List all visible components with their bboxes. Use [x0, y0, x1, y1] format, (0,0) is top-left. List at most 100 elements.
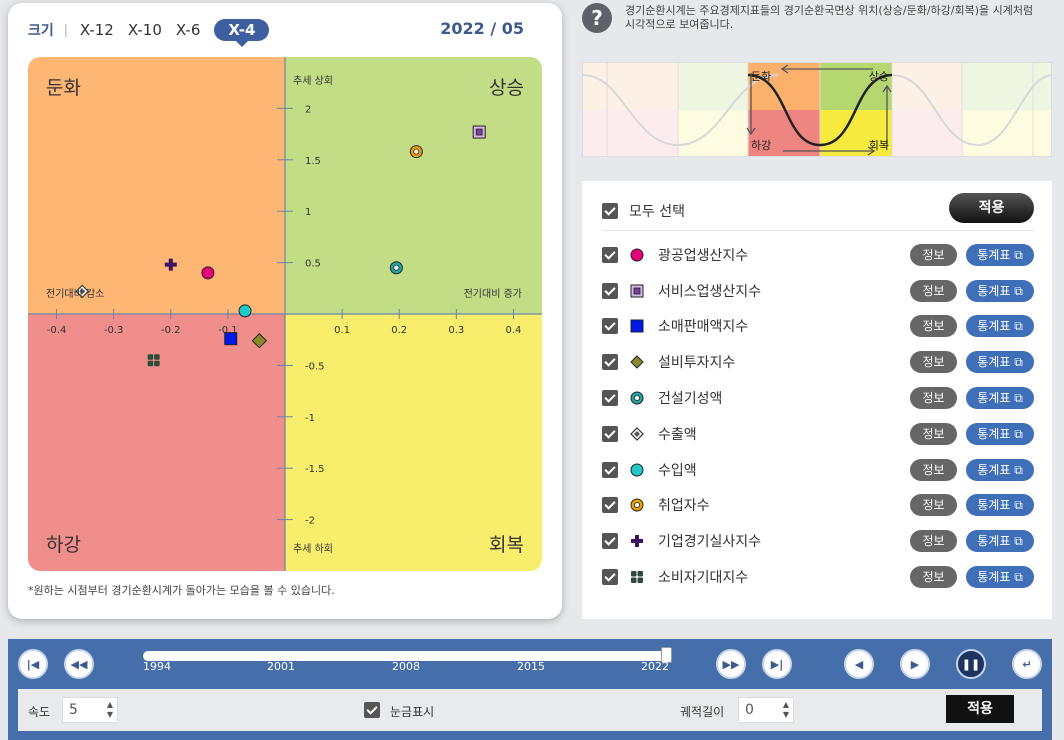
external-link-icon: ⧉	[1014, 570, 1023, 585]
size-label: 크기	[28, 23, 54, 39]
info-button[interactable]: 정보	[910, 243, 957, 266]
cycle-label-expansion: 상승	[869, 70, 889, 83]
data-point[interactable]	[201, 266, 215, 280]
data-point[interactable]	[409, 145, 423, 159]
settings-row: 속도 5 ▲ ▼ 눈금표시 궤적길이 0 ▲ ▼ 적용	[18, 689, 1042, 731]
list-item: 소매판매액지수 정보 통계표 ⧉	[602, 309, 1034, 345]
indicator-name: 기업경기실사지수	[658, 534, 762, 551]
indicator-checkbox[interactable]	[602, 246, 618, 263]
info-button[interactable]: 정보	[910, 494, 957, 517]
size-option-x10[interactable]: X-10	[128, 21, 162, 39]
square-outline-marker-icon	[628, 282, 646, 300]
ring-marker-icon	[628, 389, 646, 407]
y-tick-label: 1.5	[305, 156, 321, 167]
external-link-icon: ⧉	[1014, 247, 1023, 262]
indicator-checkbox[interactable]	[602, 318, 618, 335]
stat-table-button[interactable]: 통계표 ⧉	[966, 243, 1034, 266]
size-option-x6[interactable]: X-6	[176, 21, 201, 39]
stat-table-button[interactable]: 통계표 ⧉	[966, 315, 1034, 338]
skip-start-icon: |◀	[26, 657, 40, 671]
info-button[interactable]: 정보	[910, 315, 957, 338]
data-point[interactable]	[389, 261, 403, 275]
info-button[interactable]: 정보	[910, 387, 957, 410]
grid-display-checkbox[interactable]	[364, 702, 380, 718]
list-item: 기업경기실사지수 정보 통계표 ⧉	[602, 523, 1034, 559]
indicator-checkbox[interactable]	[602, 282, 618, 299]
stepper-arrows-icon[interactable]: ▲ ▼	[107, 700, 113, 720]
stat-table-button[interactable]: 통계표 ⧉	[966, 387, 1034, 410]
stat-table-label: 통계표	[977, 319, 1011, 334]
external-link-icon: ⧉	[1014, 319, 1023, 334]
data-point[interactable]	[224, 332, 238, 346]
trail-length-label: 궤적길이	[680, 705, 725, 719]
speed-label: 속도	[28, 705, 51, 719]
cycle-diagram: 둔화 상승 하강 회복	[582, 62, 1052, 157]
indicator-checkbox[interactable]	[602, 533, 618, 550]
reset-button[interactable]: ↵	[1012, 649, 1042, 679]
info-button[interactable]: 정보	[910, 458, 957, 481]
info-button[interactable]: 정보	[910, 422, 957, 445]
stat-table-button[interactable]: 통계표 ⧉	[966, 279, 1034, 302]
legend-apply-button[interactable]: 적용	[949, 193, 1034, 223]
stat-table-button[interactable]: 통계표 ⧉	[966, 494, 1034, 517]
quadrant-label-expansion: 상승	[489, 77, 524, 99]
stat-table-button[interactable]: 통계표 ⧉	[966, 566, 1034, 589]
help-text: 경기순환시계는 주요경제지표들의 경기순환국면상 위치(상승/둔화/하강/회복)…	[625, 4, 1034, 31]
size-option-x12[interactable]: X-12	[80, 21, 114, 39]
indicator-name: 수입액	[658, 462, 697, 479]
list-item: 취업자수 정보 통계표 ⧉	[602, 488, 1034, 524]
stat-table-button[interactable]: 통계표 ⧉	[966, 530, 1034, 553]
indicator-checkbox[interactable]	[602, 461, 618, 478]
x-tick-label: 0.2	[391, 325, 407, 336]
step-forward-icon: ▶▶	[722, 657, 740, 671]
indicator-checkbox[interactable]	[602, 354, 618, 371]
external-link-icon: ⧉	[1014, 462, 1023, 477]
data-point[interactable]	[238, 304, 252, 318]
cycle-label-recovery: 회복	[869, 139, 889, 152]
help-icon[interactable]: ?	[582, 3, 612, 33]
y-tick-label: -1	[305, 413, 315, 424]
x-tick-label: -0.3	[104, 325, 124, 336]
trail-length-stepper[interactable]: 0 ▲ ▼	[738, 697, 794, 723]
stepper-arrows-icon[interactable]: ▲ ▼	[783, 700, 789, 720]
list-item: 서비스업생산지수 정보 통계표 ⧉	[602, 273, 1034, 309]
x-tick-label: 0.4	[505, 325, 521, 336]
previous-icon: ◀	[854, 657, 864, 671]
stat-table-button[interactable]: 통계표 ⧉	[966, 351, 1034, 374]
stat-table-button[interactable]: 통계표 ⧉	[966, 422, 1034, 445]
next-button[interactable]: ▶	[900, 649, 930, 679]
info-button[interactable]: 정보	[910, 351, 957, 374]
previous-button[interactable]: ◀	[844, 649, 874, 679]
step-back-button[interactable]: ◀◀	[64, 649, 94, 679]
skip-to-start-button[interactable]: |◀	[18, 649, 48, 679]
y-tick-label: -2	[305, 516, 315, 527]
info-button[interactable]: 정보	[910, 530, 957, 553]
stat-table-label: 통계표	[977, 462, 1011, 477]
size-option-x4[interactable]: X-4	[214, 19, 270, 47]
indicator-checkbox[interactable]	[602, 569, 618, 586]
indicator-checkbox[interactable]	[602, 497, 618, 514]
grid-display-label: 눈금표시	[390, 705, 435, 719]
step-forward-button[interactable]: ▶▶	[716, 649, 746, 679]
stat-table-button[interactable]: 통계표 ⧉	[966, 458, 1034, 481]
axis-right-label: 전기대비 증가	[464, 288, 522, 300]
info-button[interactable]: 정보	[910, 566, 957, 589]
speed-value: 5	[69, 702, 78, 718]
quadrant-label-recovery: 회복	[489, 534, 524, 556]
select-all-checkbox[interactable]	[602, 202, 618, 219]
pause-button[interactable]: ❚❚	[956, 649, 986, 679]
info-button[interactable]: 정보	[910, 279, 957, 302]
skip-to-end-button[interactable]: ▶|	[762, 649, 792, 679]
timeline-year: 2015	[517, 660, 545, 673]
indicator-checkbox[interactable]	[602, 425, 618, 442]
list-item: 수출액 정보 통계표 ⧉	[602, 416, 1034, 452]
data-point[interactable]	[472, 125, 486, 139]
axis-left-label: 전기대비 감소	[46, 288, 104, 300]
controls-apply-button[interactable]: 적용	[946, 695, 1014, 723]
indicator-checkbox[interactable]	[602, 390, 618, 407]
x-tick-label: -0.4	[47, 325, 67, 336]
list-item: 설비투자지수 정보 통계표 ⧉	[602, 344, 1034, 380]
speed-stepper[interactable]: 5 ▲ ▼	[62, 697, 118, 723]
stat-table-label: 통계표	[977, 391, 1011, 406]
skip-end-icon: ▶|	[770, 657, 784, 671]
